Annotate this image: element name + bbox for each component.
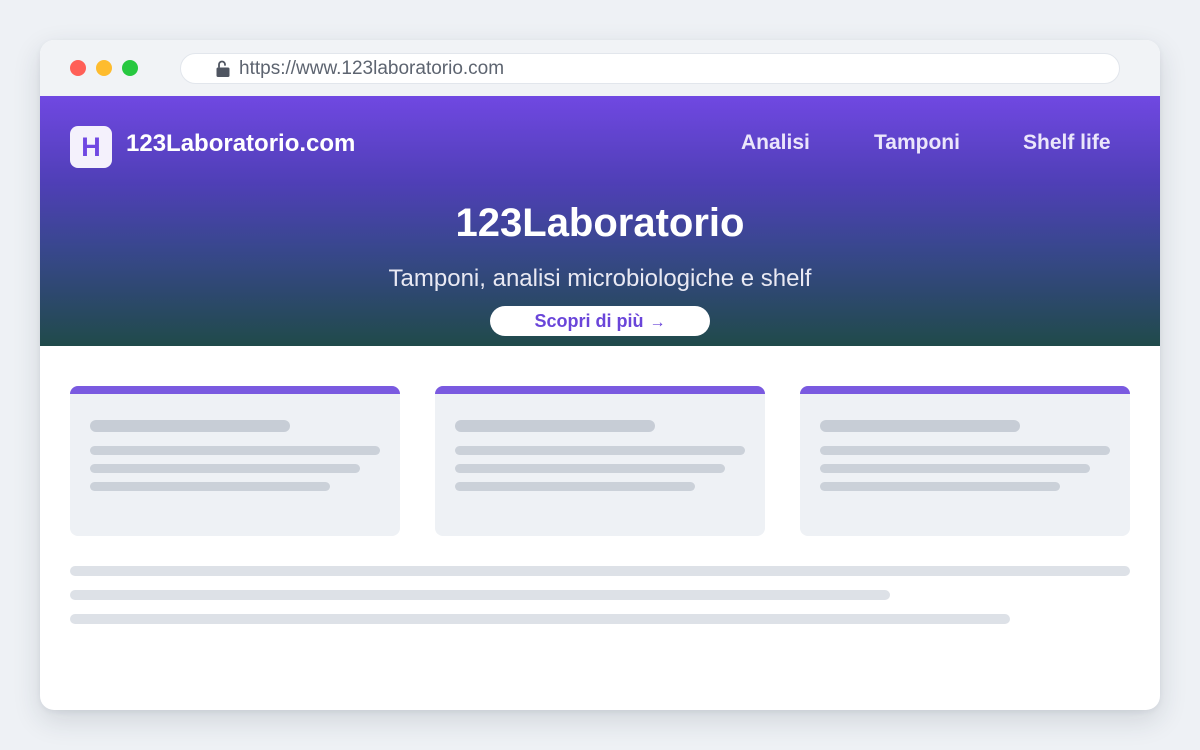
browser-window: https://www.123laboratorio.com H 123Labo…: [40, 40, 1160, 710]
arrow-right-icon: →: [649, 314, 666, 331]
card-text-placeholder: [90, 446, 380, 455]
card-text-placeholder: [455, 482, 695, 491]
text-line-placeholder: [70, 590, 890, 600]
card-text-placeholder: [455, 446, 745, 455]
content-card: [70, 386, 400, 536]
site-logo[interactable]: H: [70, 126, 112, 168]
minimize-window-button[interactable]: [96, 60, 112, 76]
text-line-placeholder: [70, 566, 1130, 576]
card-text-placeholder: [820, 464, 1090, 473]
card-accent-bar: [435, 386, 765, 394]
card-title-placeholder: [820, 420, 1020, 432]
card-text-placeholder: [90, 464, 360, 473]
hero-section: H 123Laboratorio.com Analisi Tamponi She…: [40, 96, 1160, 346]
card-text-placeholder: [90, 482, 330, 491]
discover-more-button[interactable]: Scopri di più →: [490, 306, 710, 336]
card-title-placeholder: [455, 420, 655, 432]
card-text-placeholder: [820, 446, 1110, 455]
card-accent-bar: [800, 386, 1130, 394]
nav-item-tamponi[interactable]: Tamponi: [874, 130, 960, 156]
url-text[interactable]: https://www.123laboratorio.com: [239, 58, 504, 80]
hero-subtitle: Tamponi, analisi microbiologiche e shelf: [388, 265, 812, 292]
text-line-placeholder: [70, 614, 1010, 624]
nav-item-shelf-life[interactable]: Shelf life: [1023, 130, 1111, 156]
card-accent-bar: [70, 386, 400, 394]
nav-item-analisi[interactable]: Analisi: [741, 130, 810, 156]
close-window-button[interactable]: [70, 60, 86, 76]
card-text-placeholder: [820, 482, 1060, 491]
card-title-placeholder: [90, 420, 290, 432]
content-card: [435, 386, 765, 536]
card-text-placeholder: [455, 464, 725, 473]
browser-toolbar: https://www.123laboratorio.com: [40, 40, 1160, 96]
maximize-window-button[interactable]: [122, 60, 138, 76]
hero-title: 123Laboratorio: [455, 201, 745, 245]
brand-name[interactable]: 123Laboratorio.com: [126, 129, 355, 159]
content-card: [800, 386, 1130, 536]
address-bar[interactable]: https://www.123laboratorio.com: [180, 53, 1120, 84]
cta-label: Scopri di più: [534, 311, 644, 331]
lock-icon: [216, 60, 230, 77]
